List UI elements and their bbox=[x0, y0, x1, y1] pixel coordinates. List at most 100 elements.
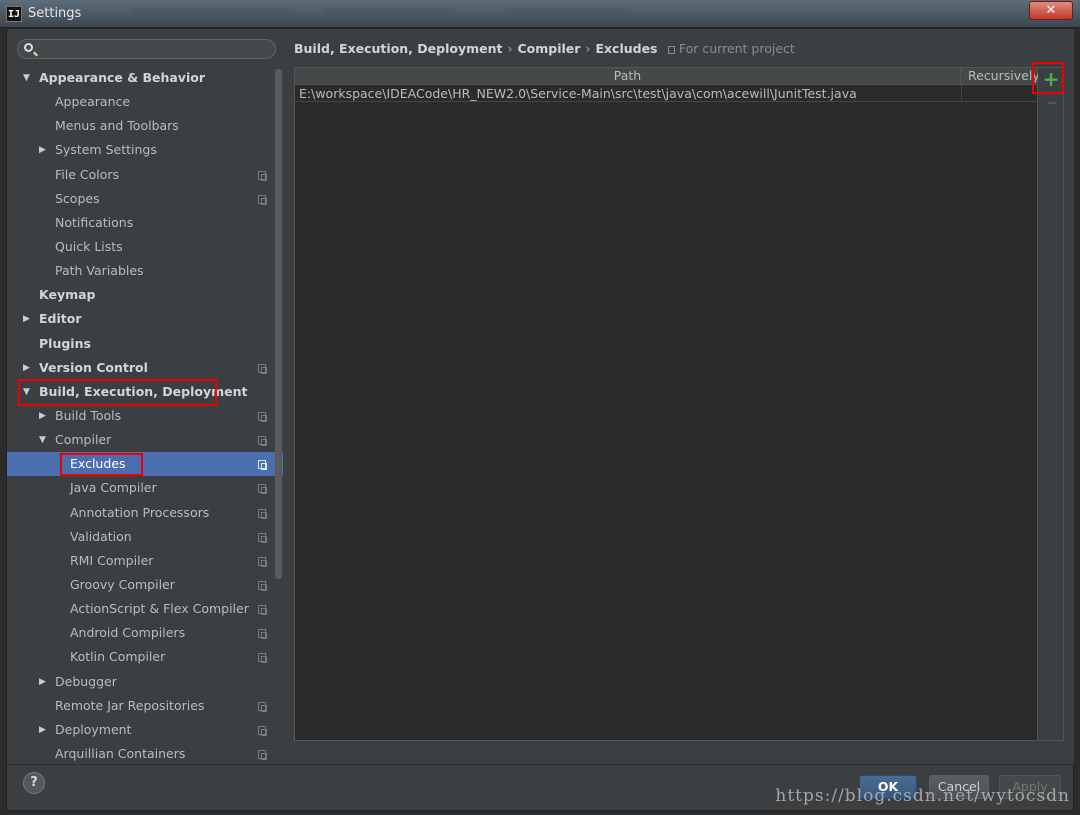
sidebar-item[interactable]: ▶ Debugger bbox=[7, 670, 283, 694]
excludes-table[interactable]: Path Recursively E:\workspace\IDEACode\H… bbox=[294, 67, 1040, 741]
sidebar-item[interactable]: Validation bbox=[7, 525, 283, 549]
project-level-icon bbox=[258, 508, 267, 519]
project-level-icon bbox=[258, 436, 267, 447]
scope-label: For current project bbox=[678, 41, 795, 56]
breadcrumb-separator: › bbox=[507, 41, 513, 56]
sidebar-item[interactable]: Scopes bbox=[7, 187, 283, 211]
sidebar-item-label: ActionScript & Flex Compiler bbox=[70, 601, 249, 617]
sidebar-item-label: Groovy Compiler bbox=[70, 576, 175, 592]
sidebar-item[interactable]: Menus and Toolbars bbox=[7, 114, 283, 138]
sidebar-item-label: Debugger bbox=[55, 673, 117, 689]
sidebar-item[interactable]: ▶ Build Tools bbox=[7, 404, 283, 428]
window-title: Settings bbox=[28, 6, 82, 21]
project-scope-icon bbox=[667, 46, 675, 54]
project-level-icon bbox=[258, 194, 267, 205]
breadcrumb-part: Excludes bbox=[595, 41, 658, 56]
settings-sidebar: ▼ Appearance & Behavior Appearance Menus an… bbox=[7, 29, 285, 764]
sidebar-item[interactable]: ▼ Appearance & Behavior bbox=[7, 66, 283, 90]
intellij-logo-icon: IJ bbox=[6, 6, 22, 22]
project-level-icon bbox=[258, 629, 267, 640]
sidebar-item[interactable]: ▶ System Settings bbox=[7, 138, 283, 162]
sidebar-item[interactable]: Remote Jar Repositories bbox=[7, 694, 283, 718]
sidebar-item[interactable]: Arquillian Containers bbox=[7, 742, 283, 764]
expand-down-icon[interactable]: ▼ bbox=[39, 428, 46, 452]
sidebar-item[interactable]: ▶ Version Control bbox=[7, 356, 283, 380]
sidebar-item-label: Appearance & Behavior bbox=[39, 70, 205, 85]
sidebar-item-label: Arquillian Containers bbox=[55, 745, 186, 761]
remove-icon[interactable] bbox=[1048, 102, 1056, 104]
background-tab bbox=[505, 8, 625, 20]
sidebar-item[interactable]: Path Variables bbox=[7, 259, 283, 283]
sidebar-item[interactable]: Java Compiler bbox=[7, 476, 283, 500]
sidebar-item[interactable]: Excludes bbox=[7, 452, 283, 477]
expand-down-icon[interactable]: ▼ bbox=[23, 66, 30, 90]
background-tab bbox=[130, 8, 290, 20]
sidebar-item[interactable]: File Colors bbox=[7, 163, 283, 187]
sidebar-item-label: Keymap bbox=[39, 287, 96, 303]
sidebar-item[interactable]: Appearance bbox=[7, 90, 283, 114]
sidebar-item-label: System Settings bbox=[55, 142, 157, 158]
sidebar-item[interactable]: ▶ Deployment bbox=[7, 718, 283, 742]
breadcrumb-separator: › bbox=[585, 41, 591, 56]
project-level-icon bbox=[258, 580, 267, 591]
project-level-icon bbox=[258, 749, 267, 760]
title-bar: IJ Settings ✕ bbox=[0, 0, 1080, 28]
project-level-icon bbox=[258, 460, 267, 471]
sidebar-item[interactable]: Android Compilers bbox=[7, 621, 283, 645]
table-row[interactable]: E:\workspace\IDEACode\HR_NEW2.0\Service-… bbox=[295, 85, 1037, 102]
column-header-recursively[interactable]: Recursively bbox=[961, 68, 1040, 85]
scope-note: For current project bbox=[667, 41, 795, 56]
project-level-icon bbox=[258, 725, 267, 736]
project-level-icon bbox=[258, 653, 267, 664]
annotation-box-build-execution bbox=[18, 379, 217, 406]
annotation-box-excludes bbox=[60, 453, 143, 476]
project-level-icon bbox=[258, 532, 267, 543]
sidebar-item-label: Validation bbox=[70, 528, 132, 544]
expand-right-icon[interactable]: ▶ bbox=[39, 718, 46, 742]
search-icon bbox=[24, 43, 33, 52]
sidebar-item[interactable]: ▼ Compiler bbox=[7, 428, 283, 452]
expand-right-icon[interactable]: ▶ bbox=[23, 307, 30, 331]
sidebar-item[interactable]: Notifications bbox=[7, 211, 283, 235]
sidebar-item-label: Kotlin Compiler bbox=[70, 649, 166, 665]
project-level-icon bbox=[258, 411, 267, 422]
exclude-path-cell[interactable]: E:\workspace\IDEACode\HR_NEW2.0\Service-… bbox=[299, 85, 857, 102]
annotation-box-add bbox=[1032, 62, 1064, 94]
breadcrumb-part: Compiler bbox=[517, 41, 581, 56]
sidebar-item-label: Build Tools bbox=[55, 407, 122, 423]
recursively-cell[interactable] bbox=[961, 85, 1037, 102]
sidebar-item-label: Appearance bbox=[55, 94, 131, 110]
settings-dialog: ▼ Appearance & Behavior Appearance Menus an… bbox=[6, 28, 1074, 811]
expand-right-icon[interactable]: ▶ bbox=[39, 670, 46, 694]
background-tab bbox=[325, 8, 455, 20]
watermark: https://blog.csdn.net/wytocsdn bbox=[775, 786, 1070, 806]
sidebar-item[interactable]: RMI Compiler bbox=[7, 549, 283, 573]
sidebar-item[interactable]: Kotlin Compiler bbox=[7, 645, 283, 669]
expand-right-icon[interactable]: ▶ bbox=[23, 356, 30, 380]
sidebar-item[interactable]: Groovy Compiler bbox=[7, 573, 283, 597]
sidebar-item[interactable]: Plugins bbox=[7, 332, 283, 356]
table-toolbar bbox=[1038, 67, 1064, 741]
sidebar-item-label: Notifications bbox=[55, 214, 134, 230]
help-button[interactable]: ? bbox=[23, 772, 45, 794]
settings-content: Build, Execution, Deployment › Compiler › Ex… bbox=[285, 29, 1074, 764]
sidebar-item-label: Plugins bbox=[39, 335, 91, 351]
expand-right-icon[interactable]: ▶ bbox=[39, 404, 46, 428]
project-level-icon bbox=[258, 605, 267, 616]
sidebar-item[interactable]: ActionScript & Flex Compiler bbox=[7, 597, 283, 621]
expand-right-icon[interactable]: ▶ bbox=[39, 138, 46, 162]
sidebar-item-label: Editor bbox=[39, 311, 82, 327]
sidebar-scrollbar[interactable] bbox=[275, 69, 282, 579]
sidebar-item-label: Menus and Toolbars bbox=[55, 118, 179, 134]
sidebar-item-label: Remote Jar Repositories bbox=[55, 697, 205, 713]
sidebar-item[interactable]: Keymap bbox=[7, 283, 283, 307]
window-close-button[interactable]: ✕ bbox=[1029, 1, 1073, 20]
sidebar-item[interactable]: Annotation Processors bbox=[7, 501, 283, 525]
column-header-path[interactable]: Path bbox=[295, 68, 961, 85]
settings-search-input[interactable] bbox=[17, 39, 276, 59]
sidebar-item-label: Java Compiler bbox=[70, 480, 157, 496]
sidebar-item-label: Compiler bbox=[55, 432, 112, 448]
project-level-icon bbox=[258, 484, 267, 495]
sidebar-item[interactable]: ▶ Editor bbox=[7, 307, 283, 331]
sidebar-item[interactable]: Quick Lists bbox=[7, 235, 283, 259]
